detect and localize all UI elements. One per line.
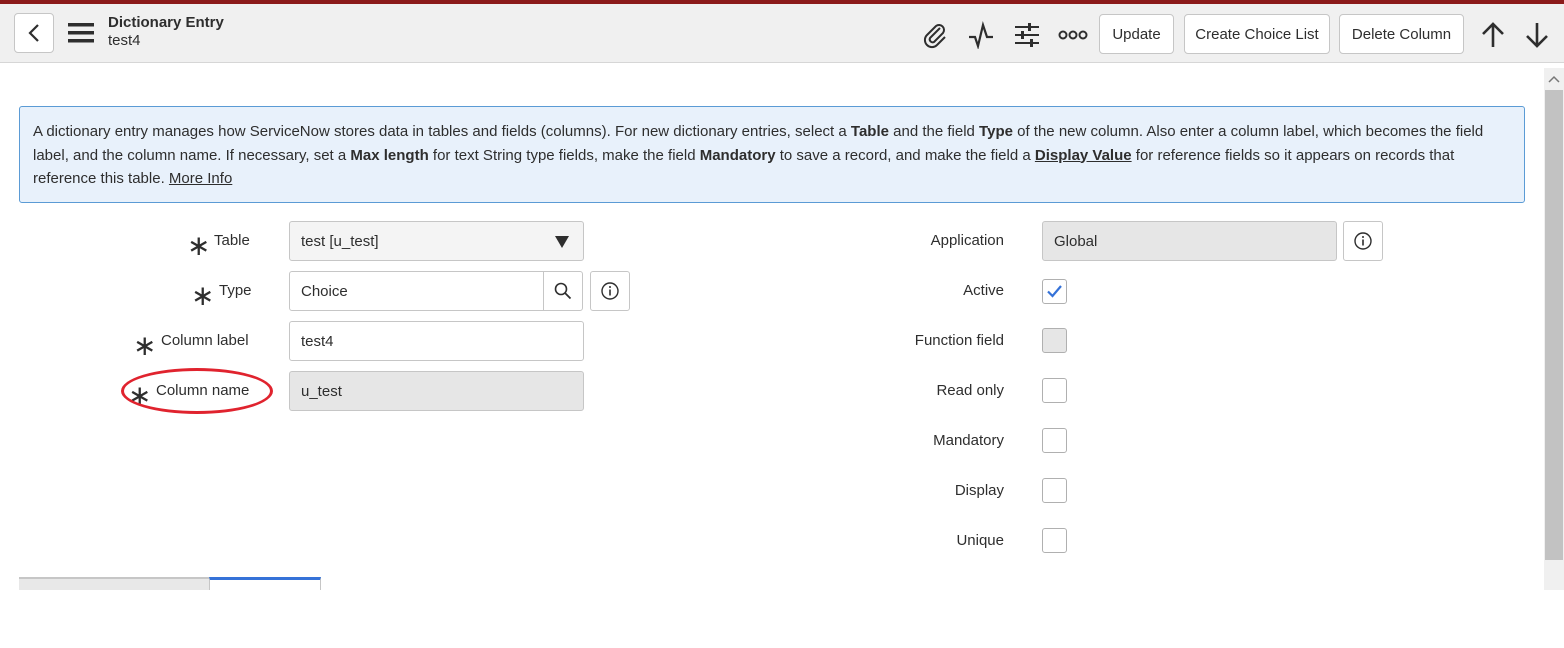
- type-info-button[interactable]: [590, 271, 630, 311]
- display-label: Display: [954, 482, 1004, 499]
- mandatory-asterisk-icon: ∗: [187, 230, 211, 261]
- column-label-value: test4: [301, 332, 334, 350]
- more-info-link[interactable]: More Info: [169, 170, 232, 187]
- display-checkbox[interactable]: [1042, 478, 1067, 503]
- column-label-label: Column label: [161, 332, 249, 349]
- settings-sliders-icon[interactable]: [1012, 20, 1042, 50]
- info-icon: [1354, 232, 1372, 250]
- search-icon: [554, 282, 572, 300]
- active-label: Active: [963, 282, 1004, 299]
- application-input: Global: [1042, 221, 1337, 261]
- checkmark-icon: [1047, 285, 1062, 298]
- tab-inactive[interactable]: [19, 577, 209, 590]
- mandatory-checkbox[interactable]: [1042, 428, 1067, 453]
- delete-column-button[interactable]: Delete Column: [1339, 14, 1464, 54]
- scrollbar-thumb[interactable]: [1545, 90, 1563, 560]
- table-label: Table: [214, 232, 250, 249]
- activity-icon[interactable]: [966, 20, 996, 50]
- mandatory-asterisk-icon: ∗: [133, 330, 157, 361]
- tab-active[interactable]: [209, 577, 321, 590]
- back-chevron-icon: [28, 24, 39, 42]
- info-message: A dictionary entry manages how ServiceNo…: [19, 106, 1525, 203]
- title-block: Dictionary Entry test4: [108, 14, 224, 50]
- mandatory-label: Mandatory: [933, 432, 1004, 449]
- create-choice-list-button[interactable]: Create Choice List: [1184, 14, 1330, 54]
- function-field-checkbox: [1042, 328, 1067, 353]
- menu-icon[interactable]: [68, 22, 94, 44]
- info-bold-table: Table: [850, 123, 889, 140]
- form-header: Dictionary Entry test4 Update Create Cho…: [0, 4, 1564, 63]
- back-button[interactable]: [14, 13, 54, 53]
- application-label: Application: [930, 232, 1004, 249]
- table-value: test [u_test]: [301, 232, 379, 250]
- read-only-label: Read only: [936, 382, 1004, 399]
- type-label: Type: [219, 282, 252, 299]
- column-label-input[interactable]: test4: [289, 321, 584, 361]
- info-bold-type: Type: [979, 123, 1013, 140]
- column-name-value: u_test: [301, 382, 342, 400]
- display-value-link[interactable]: Display Value: [1035, 147, 1132, 164]
- active-checkbox[interactable]: [1042, 279, 1067, 304]
- page-title: Dictionary Entry: [108, 14, 224, 31]
- table-select[interactable]: test [u_test]: [289, 221, 584, 261]
- type-input[interactable]: Choice: [289, 271, 544, 311]
- info-bold-max-length: Max length: [350, 146, 429, 164]
- column-name-input: u_test: [289, 371, 584, 411]
- info-text: A dictionary entry manages how ServiceNo…: [33, 123, 851, 140]
- more-options-icon[interactable]: [1058, 20, 1088, 50]
- mandatory-asterisk-icon: ∗: [191, 280, 215, 311]
- function-field-label: Function field: [914, 332, 1004, 349]
- record-name: test4: [108, 32, 141, 49]
- arrow-down-icon[interactable]: [1522, 20, 1552, 50]
- info-text: and the field: [888, 123, 980, 140]
- type-lookup-button[interactable]: [543, 271, 583, 311]
- dropdown-arrow-icon: [555, 236, 569, 248]
- unique-checkbox[interactable]: [1042, 528, 1067, 553]
- application-info-button[interactable]: [1343, 221, 1383, 261]
- paperclip-icon[interactable]: [920, 20, 950, 50]
- unique-label: Unique: [956, 532, 1004, 549]
- annotation-circle: [121, 368, 273, 414]
- arrow-up-icon[interactable]: [1478, 20, 1508, 50]
- info-text: for text String type fields, make the fi…: [428, 146, 700, 164]
- scroll-up-icon[interactable]: [1544, 70, 1564, 88]
- info-text: to save a record, and make the field a: [775, 146, 1035, 164]
- info-bold-mandatory: Mandatory: [699, 146, 776, 164]
- update-button[interactable]: Update: [1099, 14, 1174, 54]
- application-value: Global: [1054, 232, 1098, 250]
- read-only-checkbox[interactable]: [1042, 378, 1067, 403]
- info-icon: [601, 282, 619, 300]
- type-value: Choice: [301, 282, 348, 300]
